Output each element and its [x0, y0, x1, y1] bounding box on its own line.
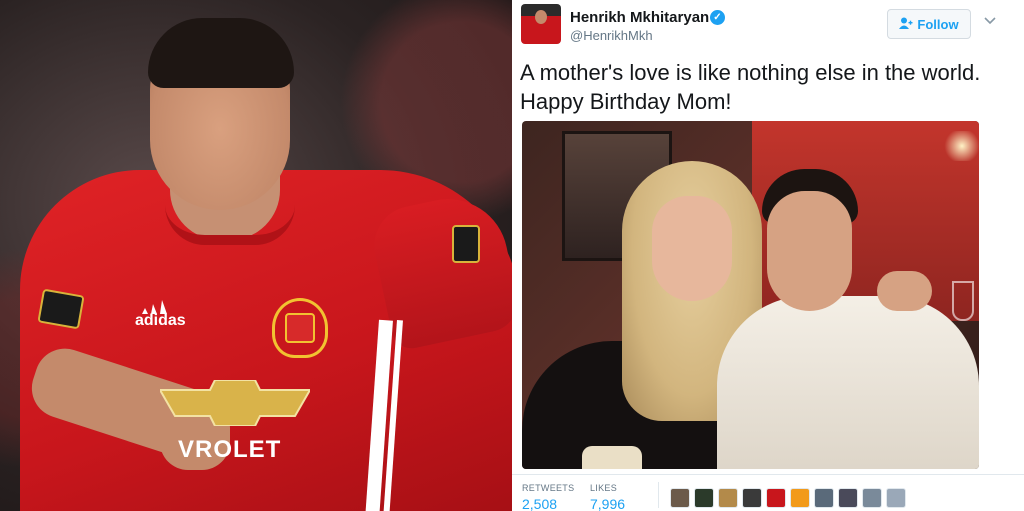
- retweets-stat[interactable]: RETWEETS 2,508: [522, 483, 574, 511]
- shirt-sponsor-text: VROLET: [178, 436, 282, 463]
- user-handle[interactable]: @HenrikhMkh: [570, 28, 653, 43]
- likes-label: LIKES: [590, 483, 618, 493]
- wine-glass: [952, 281, 974, 321]
- sleeve-patch: [37, 288, 85, 330]
- tweet-text: A mother's love is like nothing else in …: [520, 60, 981, 114]
- cake: [582, 446, 642, 469]
- display-name[interactable]: Henrikh Mkhitaryan: [570, 9, 709, 26]
- player-hair: [148, 18, 294, 88]
- woman-face: [652, 196, 732, 301]
- likes-count: 7,996: [590, 496, 626, 511]
- man-body: [717, 296, 979, 469]
- liker-avatar[interactable]: [814, 488, 834, 508]
- liker-avatar[interactable]: [766, 488, 786, 508]
- add-user-icon: [899, 17, 913, 32]
- liker-avatars: [670, 488, 906, 508]
- sponsor-bowtie-icon: [160, 380, 310, 426]
- chevron-down-icon[interactable]: [983, 14, 997, 28]
- liker-avatar[interactable]: [862, 488, 882, 508]
- avatar-face: [535, 10, 547, 24]
- sleeve-patch: [452, 225, 480, 263]
- tweet-photo[interactable]: [522, 121, 979, 469]
- man-face: [767, 191, 852, 311]
- liker-avatar[interactable]: [718, 488, 738, 508]
- liker-avatar[interactable]: [742, 488, 762, 508]
- avatar[interactable]: [521, 4, 561, 44]
- man-hand: [877, 271, 932, 311]
- retweets-count: 2,508: [522, 496, 558, 511]
- liker-avatar[interactable]: [670, 488, 690, 508]
- retweets-label: RETWEETS: [522, 483, 575, 493]
- likes-stat[interactable]: LIKES 7,996: [590, 483, 625, 511]
- photo-lamp: [942, 131, 979, 161]
- shirt-brand-text: adidas: [135, 312, 186, 329]
- liker-avatar[interactable]: [886, 488, 906, 508]
- liker-avatar[interactable]: [790, 488, 810, 508]
- club-crest-shield: [285, 313, 315, 343]
- follow-button[interactable]: Follow: [887, 9, 971, 39]
- tweet-card: Henrikh Mkhitaryan ✓ @HenrikhMkh Follow …: [512, 0, 1024, 511]
- liker-avatar[interactable]: [838, 488, 858, 508]
- liker-avatar[interactable]: [694, 488, 714, 508]
- shirt-collar: [165, 205, 295, 245]
- follow-button-label: Follow: [917, 16, 959, 32]
- player-photo: adidas VROLET: [0, 0, 512, 511]
- stats-divider: [658, 482, 659, 508]
- verified-checkmark-icon: ✓: [710, 10, 725, 25]
